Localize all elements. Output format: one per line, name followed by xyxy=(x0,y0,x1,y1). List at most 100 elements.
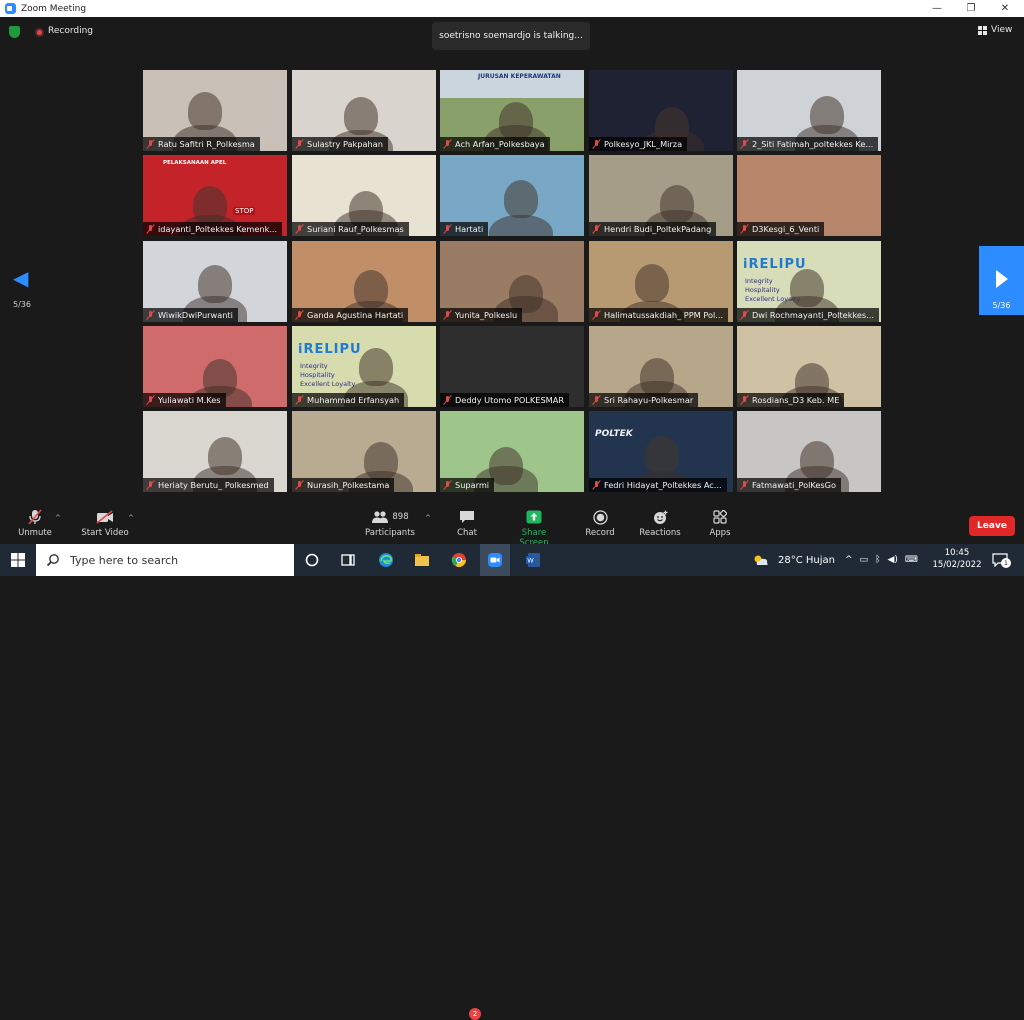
banner-text: PELAKSANAAN APEL xyxy=(163,160,227,166)
participant-name: Fatmawati_PolKesGo xyxy=(752,480,837,490)
minimize-button[interactable]: — xyxy=(920,0,954,17)
share-screen-button[interactable]: Share Screen xyxy=(506,509,562,548)
video-tile[interactable]: Halimatussakdiah_ PPM Pol... xyxy=(589,241,733,322)
clock-date: 15/02/2022 xyxy=(932,560,982,570)
cortana-icon[interactable] xyxy=(304,552,320,568)
recording-label[interactable]: Recording xyxy=(48,26,93,36)
participant-name: Hendri Budi_PoltekPadang xyxy=(604,224,712,234)
close-button[interactable]: ✕ xyxy=(988,0,1022,17)
video-tile[interactable]: Ganda Agustina Hartati xyxy=(292,241,436,322)
previous-page-arrow-icon[interactable]: ◀ xyxy=(13,266,28,290)
video-tile[interactable]: Polkesyo_JKL_Mirza xyxy=(589,70,733,151)
video-tile[interactable]: D3Kesgi_6_Venti xyxy=(737,155,881,236)
chat-button[interactable]: Chat xyxy=(452,509,482,538)
participant-nameplate: Yunita_Polkeslu xyxy=(440,308,523,322)
windows-start-icon[interactable] xyxy=(10,552,26,568)
security-shield-icon[interactable] xyxy=(9,26,20,38)
chat-unread-badge: 2 xyxy=(469,1008,481,1020)
participant-nameplate: Fatmawati_PolKesGo xyxy=(737,478,842,492)
next-page-button[interactable]: 5/36 xyxy=(979,246,1024,315)
video-tile[interactable]: POLTEK Fedri Hidayat_Poltekkes Ac... xyxy=(589,411,733,492)
video-tile[interactable]: Sri Rahayu-Polkesmar xyxy=(589,326,733,407)
video-tile[interactable]: Suriani Rauf_Polkesmas xyxy=(292,155,436,236)
participant-nameplate: Polkesyo_JKL_Mirza xyxy=(589,137,688,151)
video-tile[interactable]: Rosdians_D3 Keb. ME xyxy=(737,326,881,407)
chat-label: Chat xyxy=(457,528,477,538)
share-screen-icon xyxy=(506,509,562,525)
notifications-button[interactable]: 1 xyxy=(992,552,1011,568)
zoom-taskbar-active[interactable] xyxy=(480,544,510,576)
video-tile[interactable]: JURUSAN KEPERAWATAN Ach Arfan_Polkesbaya xyxy=(440,70,584,151)
video-tile[interactable]: Hendri Budi_PoltekPadang xyxy=(589,155,733,236)
edge-browser-icon[interactable] xyxy=(378,552,394,568)
notification-count-badge: 1 xyxy=(1001,558,1011,568)
word-icon[interactable]: W xyxy=(525,552,541,568)
video-tile[interactable]: Hartati xyxy=(440,155,584,236)
mic-muted-icon xyxy=(443,310,452,320)
taskbar-search-box[interactable]: Type here to search xyxy=(36,544,294,576)
video-tile[interactable]: Sulastry Pakpahan xyxy=(292,70,436,151)
participants-caret-icon[interactable]: ^ xyxy=(425,514,431,522)
meeting-toolbar: Unmute ^ Start Video ^ 898 Participants … xyxy=(0,501,1024,1020)
video-tile[interactable]: iRELIPUIntegrityHospitalityExcellent Loy… xyxy=(292,326,436,407)
search-placeholder: Type here to search xyxy=(70,553,179,567)
video-options-caret-icon[interactable]: ^ xyxy=(128,514,134,522)
participant-name: Dwi Rochmayanti_Poltekkes... xyxy=(752,310,874,320)
volume-icon[interactable]: ◀) xyxy=(887,555,897,565)
video-tile[interactable]: WiwikDwiPurwanti xyxy=(143,241,287,322)
video-tile[interactable]: Suparmi xyxy=(440,411,584,492)
video-tile[interactable]: Deddy Utomo POLKESMAR xyxy=(440,326,584,407)
start-video-button[interactable]: Start Video xyxy=(78,509,132,538)
leave-button[interactable]: Leave xyxy=(969,516,1015,536)
video-tile[interactable]: 2_Siti Fatimah_poltekkes Ke... xyxy=(737,70,881,151)
zoom-logo-icon xyxy=(5,3,16,14)
unmute-label: Unmute xyxy=(18,528,52,538)
mic-muted-icon xyxy=(146,224,155,234)
zoom-taskbar-icon xyxy=(488,553,502,567)
record-icon xyxy=(584,509,616,525)
video-tile[interactable]: Yunita_Polkeslu xyxy=(440,241,584,322)
mic-muted-icon xyxy=(146,310,155,320)
audio-options-caret-icon[interactable]: ^ xyxy=(55,514,61,522)
brand-text: iRELIPU xyxy=(743,257,807,272)
apps-button[interactable]: Apps xyxy=(706,509,734,538)
record-button[interactable]: Record xyxy=(584,509,616,538)
network-icon[interactable]: ▭ xyxy=(860,555,869,565)
video-tile[interactable]: iRELIPUIntegrityHospitalityExcellent Loy… xyxy=(737,241,881,322)
tray-overflow-caret-icon[interactable]: ^ xyxy=(845,555,853,565)
participants-button[interactable]: 898 Participants xyxy=(360,509,420,538)
brand-text: iRELIPU xyxy=(298,342,362,357)
participant-nameplate: Rosdians_D3 Keb. ME xyxy=(737,393,845,407)
bluetooth-icon[interactable]: ᛒ xyxy=(875,555,880,565)
participants-icon: 898 xyxy=(360,509,420,525)
video-tile[interactable]: Heriaty Berutu_ Polkesmed xyxy=(143,411,287,492)
view-button[interactable]: View xyxy=(978,25,1012,35)
participants-label: Participants xyxy=(365,528,415,538)
video-tile[interactable]: Yuliawati M.Kes xyxy=(143,326,287,407)
video-tile[interactable]: Ratu Safitri R_Polkesma xyxy=(143,70,287,151)
participant-name: Suparmi xyxy=(455,480,490,490)
participant-name: Suriani Rauf_Polkesmas xyxy=(307,224,404,234)
reactions-label: Reactions xyxy=(639,528,681,538)
participant-name: D3Kesgi_6_Venti xyxy=(752,224,820,234)
language-icon[interactable]: ⌨ xyxy=(905,555,918,565)
weather-widget[interactable]: 28°C Hujan xyxy=(752,544,835,576)
video-tile[interactable]: Nurasih_Polkestama xyxy=(292,411,436,492)
participant-nameplate: Muhammad Erfansyah xyxy=(292,393,405,407)
participant-nameplate: Halimatussakdiah_ PPM Pol... xyxy=(589,308,729,322)
participant-nameplate: Sri Rahayu-Polkesmar xyxy=(589,393,699,407)
taskbar-clock[interactable]: 10:45 15/02/2022 xyxy=(932,547,982,571)
file-explorer-icon[interactable] xyxy=(414,552,430,568)
mic-muted-icon xyxy=(740,480,749,490)
mic-muted-icon xyxy=(592,224,601,234)
task-view-icon[interactable] xyxy=(340,552,356,568)
grid-view-icon xyxy=(978,25,987,35)
restore-button[interactable]: ❐ xyxy=(954,0,988,17)
video-tile[interactable]: PELAKSANAAN APEL STOP idayanti_Poltekkes K… xyxy=(143,155,287,236)
reactions-button[interactable]: Reactions xyxy=(638,509,682,538)
unmute-button[interactable]: Unmute xyxy=(15,509,55,538)
chrome-icon[interactable] xyxy=(451,552,467,568)
participant-name: Rosdians_D3 Keb. ME xyxy=(752,395,840,405)
participant-nameplate: idayanti_Poltekkes Kemenk... xyxy=(143,222,283,236)
video-tile[interactable]: Fatmawati_PolKesGo xyxy=(737,411,881,492)
